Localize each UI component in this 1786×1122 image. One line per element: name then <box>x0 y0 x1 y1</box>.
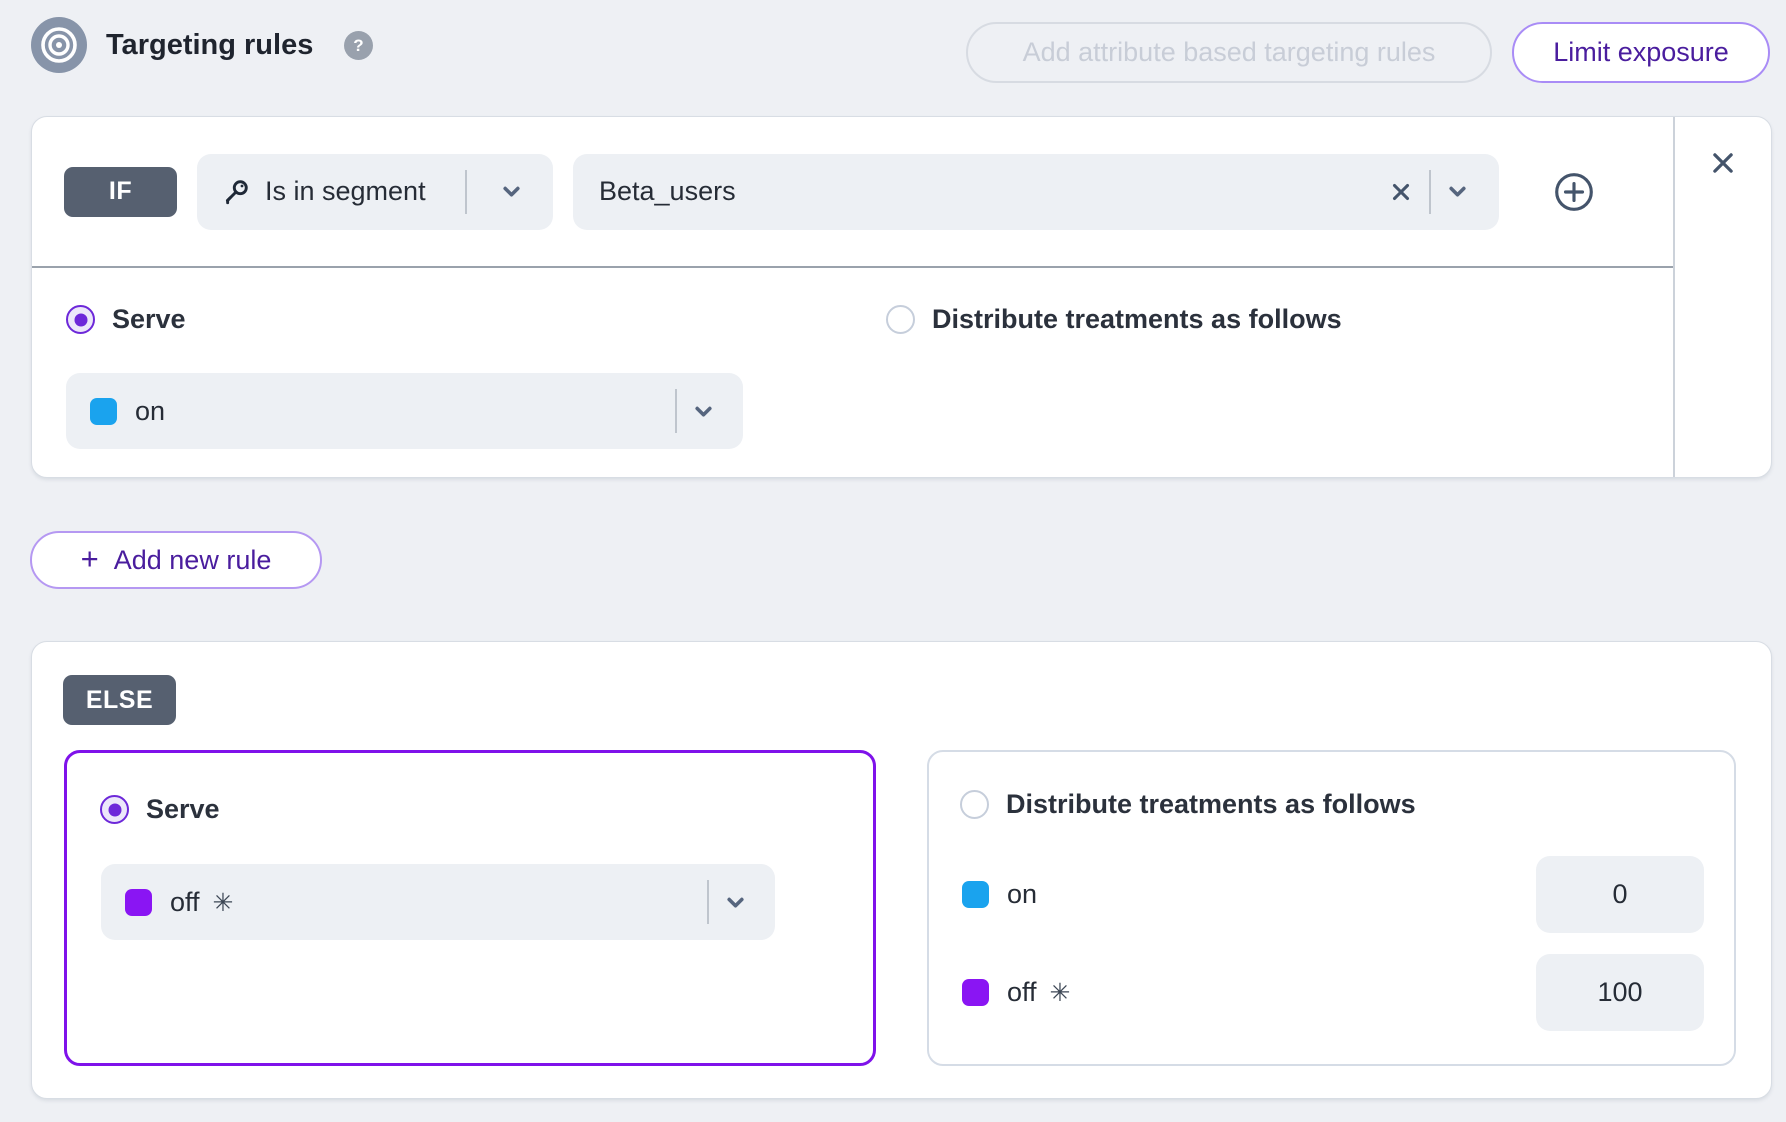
rule-card-main: IF Is in segment <box>32 117 1673 477</box>
distribute-radio[interactable]: Distribute treatments as follows <box>886 304 1342 335</box>
rule-card-side-strip <box>1673 117 1771 477</box>
matcher-label: Is in segment <box>265 176 426 207</box>
default-treatment-icon: ✳ <box>1050 978 1071 1007</box>
distribution-row-off: off ✳ 100 <box>962 954 1704 1031</box>
treatment-swatch-on <box>962 881 989 908</box>
targeting-rules-screen: Targeting rules ? Add attribute based ta… <box>0 0 1786 1122</box>
limit-exposure-button[interactable]: Limit exposure <box>1512 22 1770 83</box>
treatment-name: on <box>135 396 165 427</box>
treatment-name: off <box>1007 977 1037 1008</box>
targeting-rule-card: IF Is in segment <box>31 116 1772 478</box>
add-attribute-rules-button[interactable]: Add attribute based targeting rules <box>966 22 1492 83</box>
chevron-down-icon[interactable] <box>1435 170 1479 214</box>
bullseye-icon <box>31 17 87 73</box>
distribution-row-on: on 0 <box>962 856 1704 933</box>
else-badge: ELSE <box>63 675 176 725</box>
treatment-dropdown[interactable]: on <box>66 373 743 449</box>
matcher-dropdown[interactable]: Is in segment <box>197 154 553 230</box>
chevron-down-icon <box>681 389 725 433</box>
treatment-swatch-off <box>962 979 989 1006</box>
treatment-name: on <box>1007 879 1037 910</box>
distribute-panel: Distribute treatments as follows on 0 of… <box>927 750 1736 1066</box>
serve-label: Serve <box>146 794 220 825</box>
treatment-swatch-on <box>90 398 117 425</box>
clear-icon[interactable] <box>1379 170 1423 214</box>
distribute-label: Distribute treatments as follows <box>932 304 1342 335</box>
divider <box>707 880 709 924</box>
radio-selected-icon <box>66 305 95 334</box>
divider <box>675 389 677 433</box>
chevron-down-icon[interactable] <box>489 170 533 214</box>
serve-radio[interactable]: Serve <box>66 304 886 335</box>
divider <box>465 170 467 214</box>
page-title: Targeting rules <box>106 29 313 62</box>
serve-radio[interactable]: Serve <box>100 794 220 825</box>
chevron-down-icon <box>713 880 757 924</box>
segment-select-input[interactable]: Beta_users <box>573 154 1499 230</box>
radio-selected-icon <box>100 795 129 824</box>
percentage-input-on[interactable]: 0 <box>1536 856 1704 933</box>
distribute-label: Distribute treatments as follows <box>1006 789 1416 820</box>
rule-serve-section: Serve Distribute treatments as follows o… <box>32 266 1673 449</box>
default-treatment-icon: ✳ <box>213 888 234 917</box>
percentage-input-off[interactable]: 100 <box>1536 954 1704 1031</box>
add-new-rule-button[interactable]: + Add new rule <box>30 531 322 589</box>
treatment-dropdown[interactable]: off ✳ <box>101 864 775 940</box>
treatment-name: off <box>170 887 200 918</box>
rule-condition-row: IF Is in segment <box>32 117 1673 266</box>
help-icon[interactable]: ? <box>344 31 373 60</box>
distribute-radio[interactable]: Distribute treatments as follows <box>960 789 1416 820</box>
divider <box>1429 170 1431 214</box>
default-rule-card: ELSE Serve off ✳ <box>31 641 1772 1099</box>
segment-value[interactable]: Beta_users <box>599 176 1379 207</box>
key-icon <box>221 177 251 207</box>
if-badge: IF <box>64 167 177 217</box>
add-condition-button[interactable] <box>1551 169 1597 215</box>
add-new-rule-label: Add new rule <box>114 545 272 576</box>
remove-rule-button[interactable] <box>1701 141 1745 185</box>
treatment-swatch-off <box>125 889 152 916</box>
radio-unselected-icon <box>886 305 915 334</box>
plus-icon: + <box>81 541 99 577</box>
serve-label: Serve <box>112 304 186 335</box>
serve-panel-selected: Serve off ✳ <box>64 750 876 1066</box>
radio-unselected-icon <box>960 790 989 819</box>
